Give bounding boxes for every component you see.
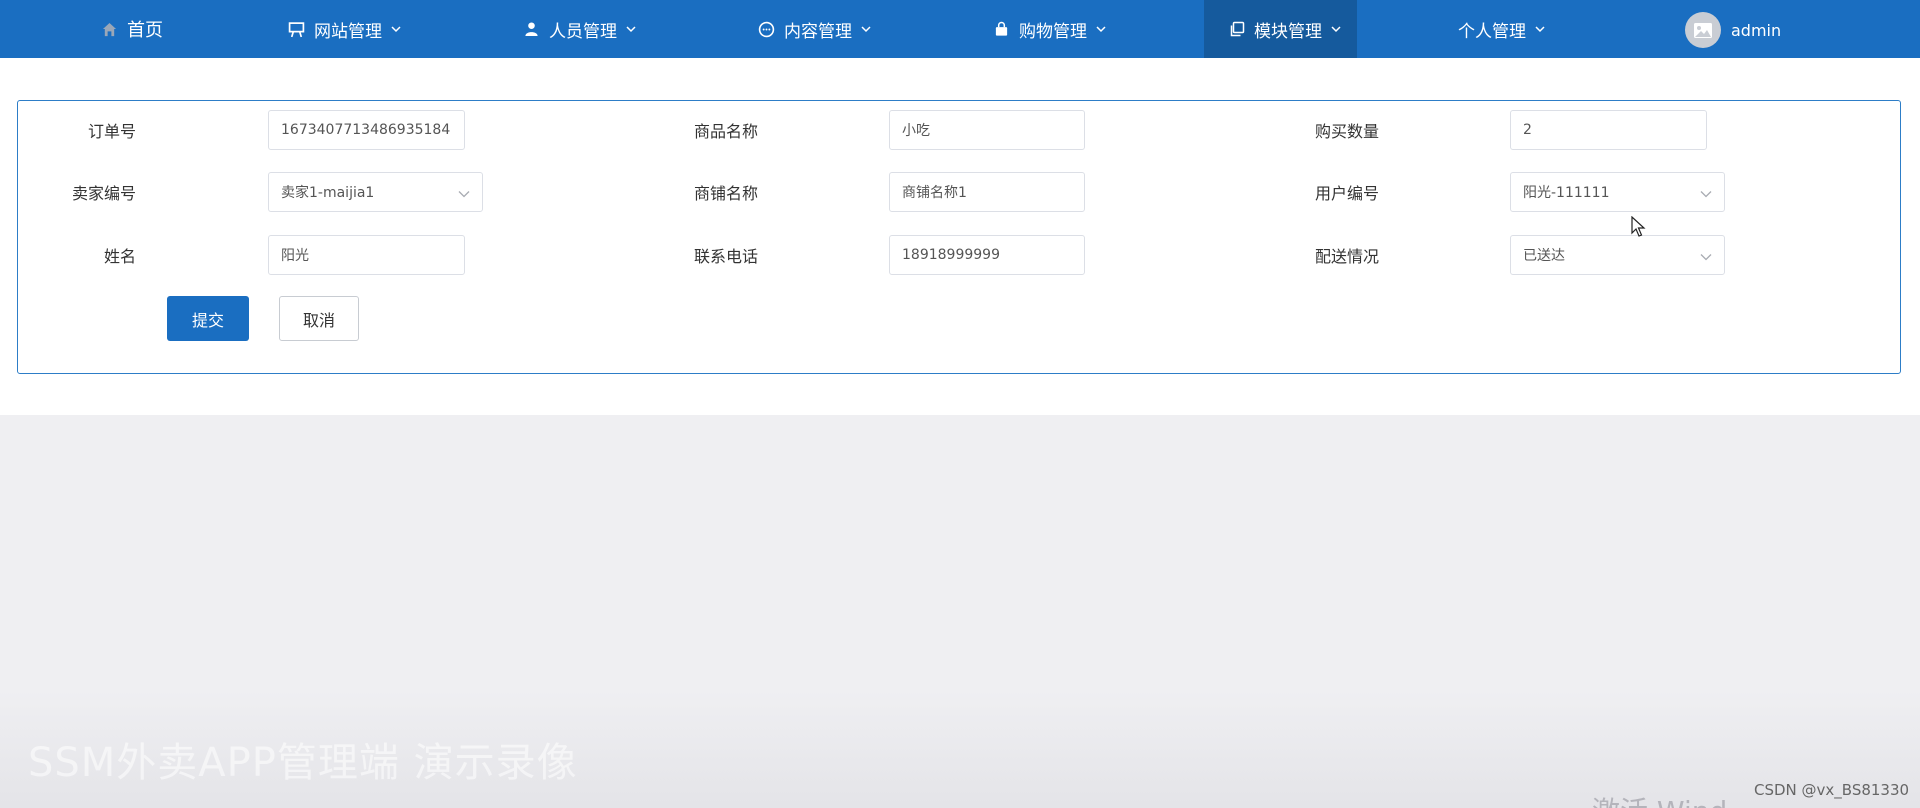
chat-icon (758, 21, 775, 38)
nav-content-manage[interactable]: 内容管理 (758, 0, 871, 58)
name-label: 姓名 (103, 247, 136, 266)
user-no-select[interactable]: 阳光-111111 (1510, 172, 1725, 212)
nav-home-label: 首页 (127, 20, 163, 41)
user-no-label: 用户编号 (1314, 184, 1379, 203)
chevron-down-icon (1535, 25, 1545, 33)
nav-shopping-manage[interactable]: 购物管理 (993, 0, 1106, 58)
top-nav: 首页 网站管理 人员管理 内容管理 购物管理 模块管理 个人管理 admin (0, 0, 1920, 58)
submit-button[interactable]: 提交 (167, 296, 249, 341)
nav-label: 模块管理 (1254, 21, 1322, 42)
seller-no-select[interactable]: 卖家1-maijia1 (268, 172, 483, 212)
home-icon (101, 21, 118, 38)
order-no-label: 订单号 (87, 122, 136, 141)
product-name-label: 商品名称 (693, 122, 758, 141)
quantity-field[interactable]: 2 (1510, 110, 1707, 150)
user-menu[interactable]: admin (1685, 12, 1781, 48)
chevron-down-icon (1700, 249, 1712, 265)
delivery-label: 配送情况 (1314, 247, 1379, 266)
chevron-down-icon (1096, 25, 1106, 33)
seller-no-label: 卖家编号 (71, 184, 136, 203)
nav-label: 人员管理 (549, 21, 617, 42)
chevron-down-icon (861, 25, 871, 33)
chevron-down-icon (1331, 25, 1341, 33)
phone-label: 联系电话 (693, 247, 758, 266)
product-name-field[interactable]: 小吃 (889, 110, 1085, 150)
name-field[interactable]: 阳光 (268, 235, 465, 275)
video-watermark: SSM外卖APP管理端 演示录像 (28, 740, 578, 786)
nav-label: 内容管理 (784, 21, 852, 42)
easel-icon (288, 21, 305, 38)
nav-personal-manage[interactable]: 个人管理 (1458, 0, 1545, 58)
person-icon (523, 21, 540, 38)
mouse-cursor-icon (1631, 215, 1647, 242)
nav-module-manage[interactable]: 模块管理 (1204, 0, 1357, 58)
delivery-select[interactable]: 已送达 (1510, 235, 1725, 275)
nav-staff-manage[interactable]: 人员管理 (523, 0, 636, 58)
chevron-down-icon (626, 25, 636, 33)
nav-website-manage[interactable]: 网站管理 (288, 0, 401, 58)
nav-label: 购物管理 (1019, 21, 1087, 42)
avatar[interactable] (1685, 12, 1721, 48)
shop-name-label: 商铺名称 (693, 184, 758, 203)
phone-field[interactable]: 18918999999 (889, 235, 1085, 275)
nav-label: 网站管理 (314, 21, 382, 42)
cancel-button[interactable]: 取消 (279, 296, 359, 341)
image-icon (1694, 22, 1712, 38)
chevron-down-icon (458, 186, 470, 202)
activate-windows-text: 激活 Wind (1592, 790, 1727, 808)
username: admin (1731, 20, 1782, 40)
copy-icon (1228, 21, 1245, 38)
quantity-label: 购买数量 (1314, 122, 1379, 141)
nav-home[interactable]: 首页 (101, 0, 163, 58)
csdn-credit: CSDN @vx_BS81330 (1754, 781, 1910, 799)
shop-name-field[interactable]: 商铺名称1 (889, 172, 1085, 212)
chevron-down-icon (391, 25, 401, 33)
order-no-field[interactable]: 1673407713486935184 (268, 110, 465, 150)
chevron-down-icon (1700, 186, 1712, 202)
nav-label: 个人管理 (1458, 21, 1526, 42)
bag-icon (993, 21, 1010, 38)
